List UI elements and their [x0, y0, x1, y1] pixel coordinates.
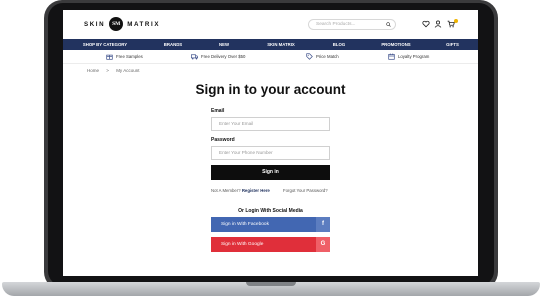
laptop-notch	[246, 282, 296, 286]
page-title: Sign in to your account	[195, 82, 346, 97]
nav-item-skin-matrix[interactable]: SKIN MATRIX	[249, 39, 313, 50]
cart-count-badge	[454, 19, 458, 23]
perk-label: Free Samples	[116, 54, 143, 59]
social-login-heading: Or Login With Social Media	[238, 208, 303, 214]
google-login-label: Sign in With Google	[221, 242, 264, 247]
breadcrumb-current: My Account	[116, 68, 140, 73]
user-icon[interactable]	[434, 20, 442, 28]
site-logo[interactable]: SKIN SM MATRIX	[84, 17, 160, 31]
perk-label: Price Match	[316, 54, 339, 59]
google-login-button[interactable]: Sign in With Google G	[211, 237, 330, 252]
register-prompt: Not A Member? Register Here	[211, 188, 270, 193]
not-member-text: Not A Member?	[211, 188, 241, 193]
password-field[interactable]: Enter Your Phone Number	[211, 146, 330, 160]
nav-item-brands[interactable]: BRANDS	[147, 39, 199, 50]
breadcrumb-home[interactable]: Home	[87, 68, 99, 73]
register-link[interactable]: Register Here	[242, 188, 270, 193]
site-header: SKIN SM MATRIX Search Products...	[63, 10, 478, 38]
forgot-password-link[interactable]: Forgot Your Password?	[283, 188, 328, 193]
browser-screen: SKIN SM MATRIX Search Products... SHOP B…	[63, 10, 478, 276]
truck-icon	[191, 54, 198, 60]
nav-item-blog[interactable]: BLOG	[313, 39, 365, 50]
heart-icon[interactable]	[422, 20, 430, 28]
google-icon: G	[316, 237, 330, 252]
perk-free-samples[interactable]: Free Samples	[106, 53, 143, 60]
calendar-icon	[388, 53, 395, 60]
email-label: Email	[211, 108, 225, 114]
email-placeholder: Enter Your Email	[219, 121, 254, 126]
search-input[interactable]: Search Products...	[308, 19, 396, 30]
perk-label: Free Delivery Over $50	[201, 54, 246, 59]
facebook-login-label: Sign in With Facebook	[221, 222, 269, 227]
breadcrumb-separator: >	[106, 68, 109, 73]
password-label: Password	[211, 137, 235, 143]
search-icon[interactable]	[386, 21, 391, 27]
password-placeholder: Enter Your Phone Number	[219, 150, 273, 155]
nav-item-gifts[interactable]: GIFTS	[427, 39, 478, 50]
nav-item-new[interactable]: NEW	[199, 39, 249, 50]
nav-item-shop-by-category[interactable]: SHOP BY CATEGORY	[63, 39, 147, 50]
sign-in-button[interactable]: Sign in	[211, 165, 330, 180]
search-placeholder: Search Products...	[316, 22, 356, 27]
gift-icon	[106, 54, 113, 60]
perk-label: Loyalty Program	[398, 54, 430, 59]
email-field[interactable]: Enter Your Email	[211, 117, 330, 131]
perk-free-delivery[interactable]: Free Delivery Over $50	[191, 53, 245, 60]
logo-badge: SM	[109, 17, 124, 31]
logo-text-right: MATRIX	[127, 20, 161, 28]
perks-bar: Free Samples Free Delivery Over $50 Pric…	[63, 50, 478, 64]
breadcrumb: Home > My Account	[87, 68, 145, 73]
logo-text-left: SKIN	[84, 20, 106, 28]
nav-item-promotions[interactable]: PROMOTIONS	[365, 39, 427, 50]
facebook-icon: f	[316, 217, 330, 232]
main-navigation: SHOP BY CATEGORY BRANDS NEW SKIN MATRIX …	[63, 39, 478, 50]
perk-price-match[interactable]: Price Match	[306, 53, 339, 60]
facebook-login-button[interactable]: Sign in With Facebook f	[211, 217, 330, 232]
price-tag-icon	[306, 53, 313, 60]
perk-loyalty-program[interactable]: Loyalty Program	[388, 53, 429, 60]
